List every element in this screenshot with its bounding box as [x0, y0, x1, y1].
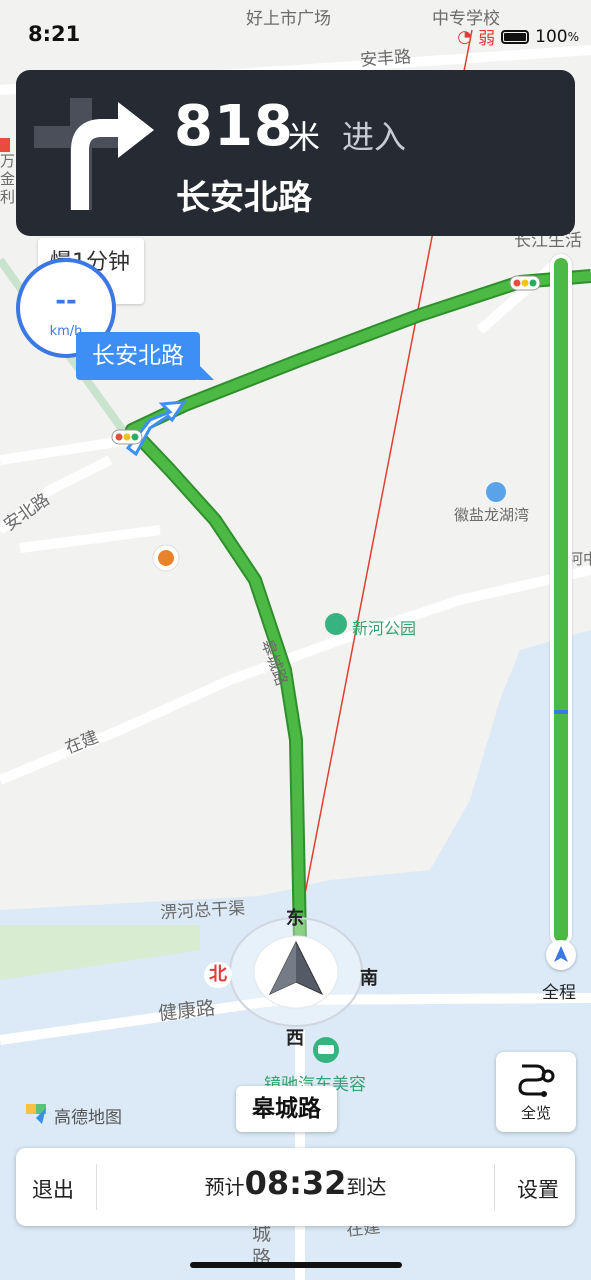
divider: [494, 1164, 495, 1210]
route-road-tag: 长安北路: [76, 332, 214, 380]
status-bar: 8:21 ◔ 弱 100%: [0, 0, 591, 64]
progress-label: 全程: [542, 983, 576, 1003]
guidance-card[interactable]: 818 米 进入 长安北路: [16, 70, 575, 236]
map-label: 万金利: [0, 152, 16, 206]
status-indicators: ◔ 弱 100%: [457, 24, 579, 50]
compass-east: 东: [286, 908, 304, 929]
compass-west: 西: [286, 1028, 304, 1049]
progress-position-icon: [546, 940, 576, 970]
distance-unit: 米: [288, 118, 321, 156]
status-time: 8:21: [28, 22, 81, 46]
eta-time: 08:32: [244, 1164, 347, 1202]
amap-logo: 高德地图: [24, 1102, 122, 1128]
compass-ring: [229, 917, 363, 1027]
next-road-name: 长安北路: [176, 178, 312, 218]
eta-prefix: 预计: [204, 1175, 245, 1199]
home-indicator[interactable]: [190, 1262, 402, 1268]
traffic-light: [111, 429, 143, 445]
eta-suffix: 到达: [346, 1175, 387, 1199]
building-icon[interactable]: [486, 482, 506, 502]
poi-marker-icon: [0, 138, 10, 152]
speed-value: --: [55, 286, 77, 316]
compass-north: 北: [204, 962, 232, 988]
traffic-light: [509, 275, 541, 291]
route-overview-icon: [518, 1064, 555, 1097]
current-road-label: 皋城路: [236, 1086, 337, 1132]
logo-text: 高德地图: [54, 1107, 122, 1128]
overview-label: 全览: [520, 1104, 551, 1122]
park-icon[interactable]: [325, 613, 347, 635]
progress-marker: [554, 710, 568, 714]
overview-button[interactable]: 全览: [496, 1052, 576, 1132]
signal-label: 弱: [478, 29, 496, 49]
exit-button[interactable]: 退出: [32, 1174, 74, 1204]
distance-value: 818: [174, 94, 294, 159]
bottom-bar: 退出 预计08:32到达 设置: [16, 1148, 575, 1226]
eta-display: 预计08:32到达: [116, 1164, 475, 1202]
progress-fill: [554, 258, 568, 942]
divider: [96, 1164, 97, 1210]
settings-button[interactable]: 设置: [517, 1174, 559, 1204]
compass-south: 南: [360, 968, 378, 989]
turn-right-icon: [34, 98, 154, 210]
map-label: 徽盐龙湖湾: [454, 506, 530, 524]
map-label: 新河公园: [352, 619, 417, 638]
signal-icon: ◔: [457, 26, 473, 47]
maneuver-action: 进入: [342, 118, 407, 156]
amap-logo-icon: [26, 1104, 46, 1126]
battery-icon: [501, 29, 530, 44]
battery-unit: %: [567, 29, 579, 44]
battery-level: 100: [535, 26, 568, 47]
route-progress-bar: [550, 254, 572, 946]
